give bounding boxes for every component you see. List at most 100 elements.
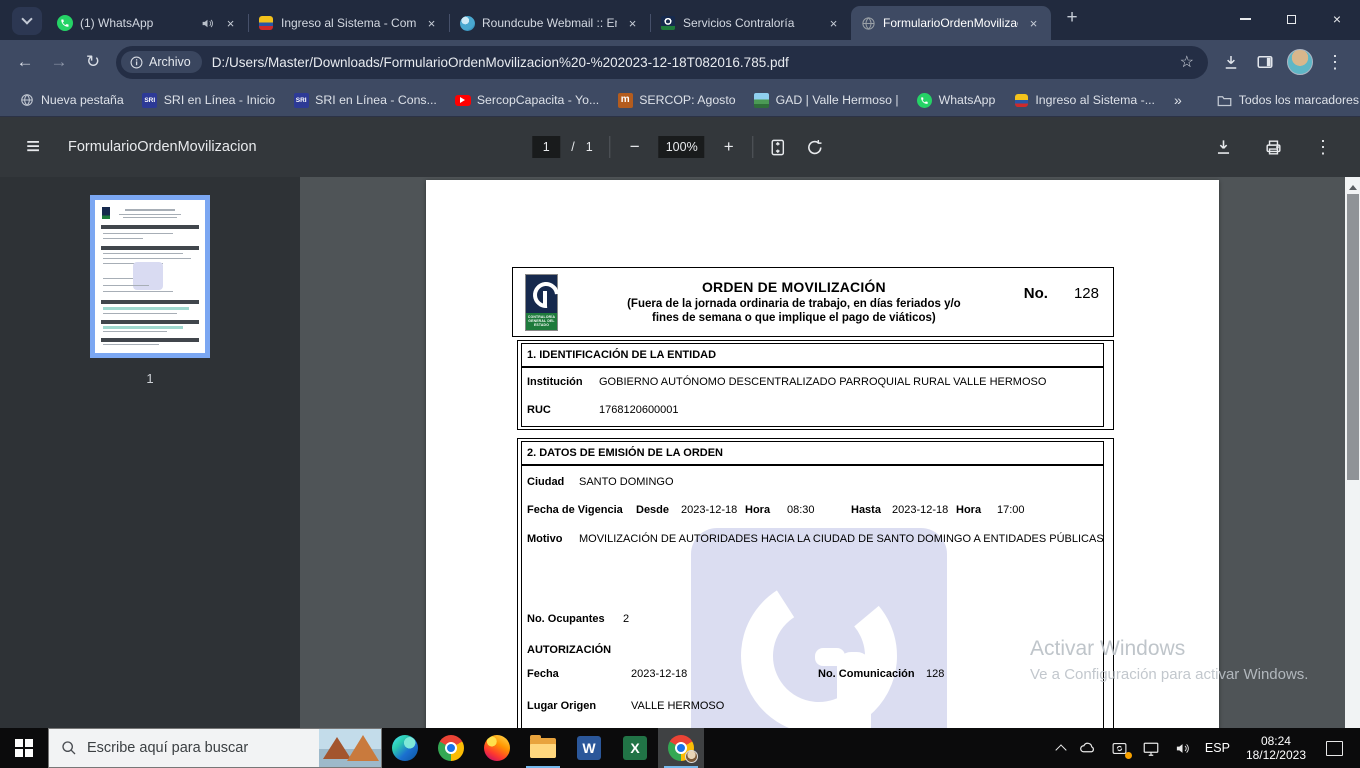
tab-close-icon[interactable]: × [222,15,239,32]
window-close-button[interactable]: × [1314,0,1360,38]
hasta-label: Hasta [851,504,881,516]
pdf-download-button[interactable] [1210,134,1236,160]
tab-close-icon[interactable]: × [1025,15,1042,32]
browser-menu-button[interactable]: ⋮ [1318,45,1352,79]
bookmark-label: SERCOP: Agosto [639,93,736,107]
bookmark-star-icon[interactable]: ☆ [1172,52,1202,72]
taskbar-search[interactable]: Escribe aquí para buscar [48,728,382,768]
language-indicator[interactable]: ESP [1198,728,1237,768]
bookmark-sercopcapacita[interactable]: SercopCapacita - Yo... [446,88,608,112]
section-identificacion: 1. IDENTIFICACIÓN DE LA ENTIDAD Instituc… [517,340,1114,430]
tab-title: Roundcube Webmail :: Entra [482,16,617,30]
tab-search-button[interactable] [12,6,42,35]
ciudad-value: SANTO DOMINGO [579,476,674,488]
site-info-chip[interactable]: Archivo [121,51,202,73]
tray-network[interactable] [1135,728,1167,768]
taskbar-chrome-active[interactable] [658,728,704,768]
address-bar[interactable]: Archivo D:/Users/Master/Downloads/Formul… [116,45,1208,79]
vertical-scrollbar[interactable] [1345,177,1360,728]
chevron-down-icon [21,12,33,25]
zoom-in-button[interactable]: + [716,134,742,160]
tab-close-icon[interactable]: × [423,15,440,32]
scrollbar-thumb[interactable] [1346,194,1359,480]
start-button[interactable] [0,728,48,768]
globe-icon [19,92,35,108]
window-minimize-button[interactable] [1222,0,1268,38]
side-panel-button[interactable] [1248,45,1282,79]
bookmark-sercop-agosto[interactable]: m SERCOP: Agosto [608,88,744,112]
tab-audio-icon[interactable] [199,15,215,31]
tray-volume[interactable] [1167,728,1198,768]
page-number-input[interactable] [532,136,561,158]
tab-ingreso-sistema[interactable]: Ingreso al Sistema - Compra × [249,6,449,40]
tab-close-icon[interactable]: × [624,15,641,32]
bookmark-label: SRI en Línea - Inicio [163,93,276,107]
pdf-print-button[interactable] [1260,134,1286,160]
tab-close-icon[interactable]: × [825,15,842,32]
reload-button[interactable]: ↻ [76,45,110,79]
bookmark-ingreso-sistema[interactable]: Ingreso al Sistema -... [1004,88,1164,112]
chevron-up-icon [1055,743,1067,756]
speaker-icon [1176,743,1189,753]
pdf-page-controls: / 1 − 100% + [532,117,827,177]
desde-label: Desde [636,504,670,516]
bookmark-whatsapp[interactable]: WhatsApp [908,88,1005,112]
zoom-level[interactable]: 100% [658,136,705,158]
profile-avatar[interactable] [1287,49,1313,75]
tray-expand-button[interactable] [1050,728,1072,768]
all-bookmarks-button[interactable]: Todos los marcadores [1208,88,1360,112]
form-title-block: ORDEN DE MOVILIZACIÓN (Fuera de la jorna… [558,279,1024,326]
window-controls: × [1222,0,1360,38]
taskbar-excel[interactable]: X [612,728,658,768]
profile-badge [685,750,698,763]
window-restore-button[interactable] [1268,0,1314,38]
taskbar-clock[interactable]: 08:24 18/12/2023 [1237,728,1315,768]
comunicacion-value: 128 [926,668,945,680]
print-icon [1265,139,1281,155]
action-center-button[interactable] [1315,728,1360,768]
bookmark-nueva-pestana[interactable]: Nueva pestaña [10,88,133,112]
taskbar-word[interactable]: W [566,728,612,768]
bookmarks-overflow-button[interactable]: » [1164,92,1192,108]
pdf-more-button[interactable]: ⋮ [1310,134,1336,160]
tray-sync[interactable] [1104,728,1135,768]
section1-title: 1. IDENTIFICACIÓN DE LA ENTIDAD [522,344,1103,368]
zoom-out-button[interactable]: − [622,134,648,160]
taskbar-file-explorer[interactable] [520,728,566,768]
fecha-label: Fecha [527,668,559,680]
fecha-value: 2023-12-18 [631,668,688,680]
order-number-value: 128 [1073,285,1099,302]
bookmark-sri-consultas[interactable]: SRI SRI en Línea - Cons... [284,88,446,112]
tray-onedrive[interactable] [1072,728,1104,768]
forward-button[interactable]: → [42,45,76,79]
section-datos-emision: 2. DATOS DE EMISIÓN DE LA ORDEN Ciudad S… [517,438,1114,728]
ciudad-label: Ciudad [527,476,565,488]
rotate-button[interactable] [802,134,828,160]
bookmark-sri-inicio[interactable]: SRI SRI en Línea - Inicio [133,88,284,112]
side-panel-icon [1257,56,1273,68]
tab-formulario-active[interactable]: FormularioOrdenMovilizacio × [851,6,1051,40]
downloads-button[interactable] [1214,45,1248,79]
back-button[interactable]: ← [8,45,42,79]
network-icon [1143,742,1159,756]
taskbar-chrome[interactable] [428,728,474,768]
youtube-icon [454,92,471,108]
rotate-icon [808,139,822,154]
tab-servicios-contraloria[interactable]: Servicios Contraloría × [651,6,851,40]
download-icon [1225,56,1237,69]
origen-label: Lugar Origen [527,700,597,712]
search-highlight-image[interactable] [319,729,381,767]
page-thumbnail[interactable] [90,195,210,358]
bookmark-label: SercopCapacita - Yo... [476,93,600,107]
contraloria-icon [660,15,676,31]
fit-page-button[interactable] [765,134,791,160]
taskbar-firefox[interactable] [474,728,520,768]
bookmark-gad-valle-hermoso[interactable]: GAD | Valle Hermoso | [745,88,908,112]
pdf-menu-button[interactable]: ≡ [16,130,50,164]
scroll-up-arrow[interactable] [1345,182,1360,192]
tab-whatsapp[interactable]: (1) WhatsApp × [48,6,248,40]
tab-roundcube[interactable]: Roundcube Webmail :: Entra × [450,6,650,40]
motivo-label: Motivo [527,533,563,545]
new-tab-button[interactable]: + [1058,4,1086,32]
taskbar-edge[interactable] [382,728,428,768]
